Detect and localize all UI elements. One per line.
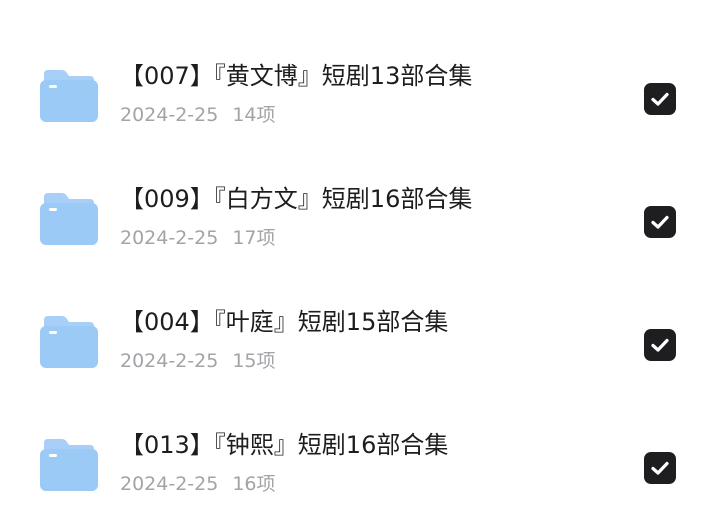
file-date: 2024-2-25	[120, 227, 219, 249]
file-date: 2024-2-25	[120, 350, 219, 372]
file-row[interactable]: 【004】『叶庭』短剧15部合集 2024-2-25 15项	[0, 308, 720, 418]
file-meta: 2024-2-25 16项	[120, 471, 276, 497]
file-meta: 2024-2-25 15项	[120, 348, 276, 374]
folder-icon	[40, 316, 98, 368]
folder-icon	[40, 70, 98, 122]
file-row[interactable]: 【009】『白方文』短剧16部合集 2024-2-25 17项	[0, 185, 720, 295]
file-count: 17项	[232, 227, 276, 249]
checkmark-icon	[651, 461, 669, 475]
file-count: 15项	[232, 350, 276, 372]
file-title: 【013】『钟熙』短剧16部合集	[120, 431, 449, 459]
file-title: 【007】『黄文博』短剧13部合集	[120, 62, 473, 90]
checkmark-icon	[651, 338, 669, 352]
file-meta: 2024-2-25 14项	[120, 102, 276, 128]
file-row[interactable]: 【013】『钟熙』短剧16部合集 2024-2-25 16项	[0, 431, 720, 530]
checkmark-icon	[651, 215, 669, 229]
file-date: 2024-2-25	[120, 104, 219, 126]
file-row[interactable]: 【007】『黄文博』短剧13部合集 2024-2-25 14项	[0, 62, 720, 172]
select-checkbox[interactable]	[644, 83, 676, 115]
file-count: 14项	[232, 104, 276, 126]
select-checkbox[interactable]	[644, 206, 676, 238]
file-date: 2024-2-25	[120, 473, 219, 495]
checkmark-icon	[651, 92, 669, 106]
file-list: 【007】『黄文博』短剧13部合集 2024-2-25 14项 【009】『白方文…	[0, 0, 720, 530]
select-checkbox[interactable]	[644, 329, 676, 361]
file-count: 16项	[232, 473, 276, 495]
file-title: 【009】『白方文』短剧16部合集	[120, 185, 473, 213]
file-meta: 2024-2-25 17项	[120, 225, 276, 251]
select-checkbox[interactable]	[644, 452, 676, 484]
folder-icon	[40, 439, 98, 491]
file-title: 【004】『叶庭』短剧15部合集	[120, 308, 449, 336]
folder-icon	[40, 193, 98, 245]
